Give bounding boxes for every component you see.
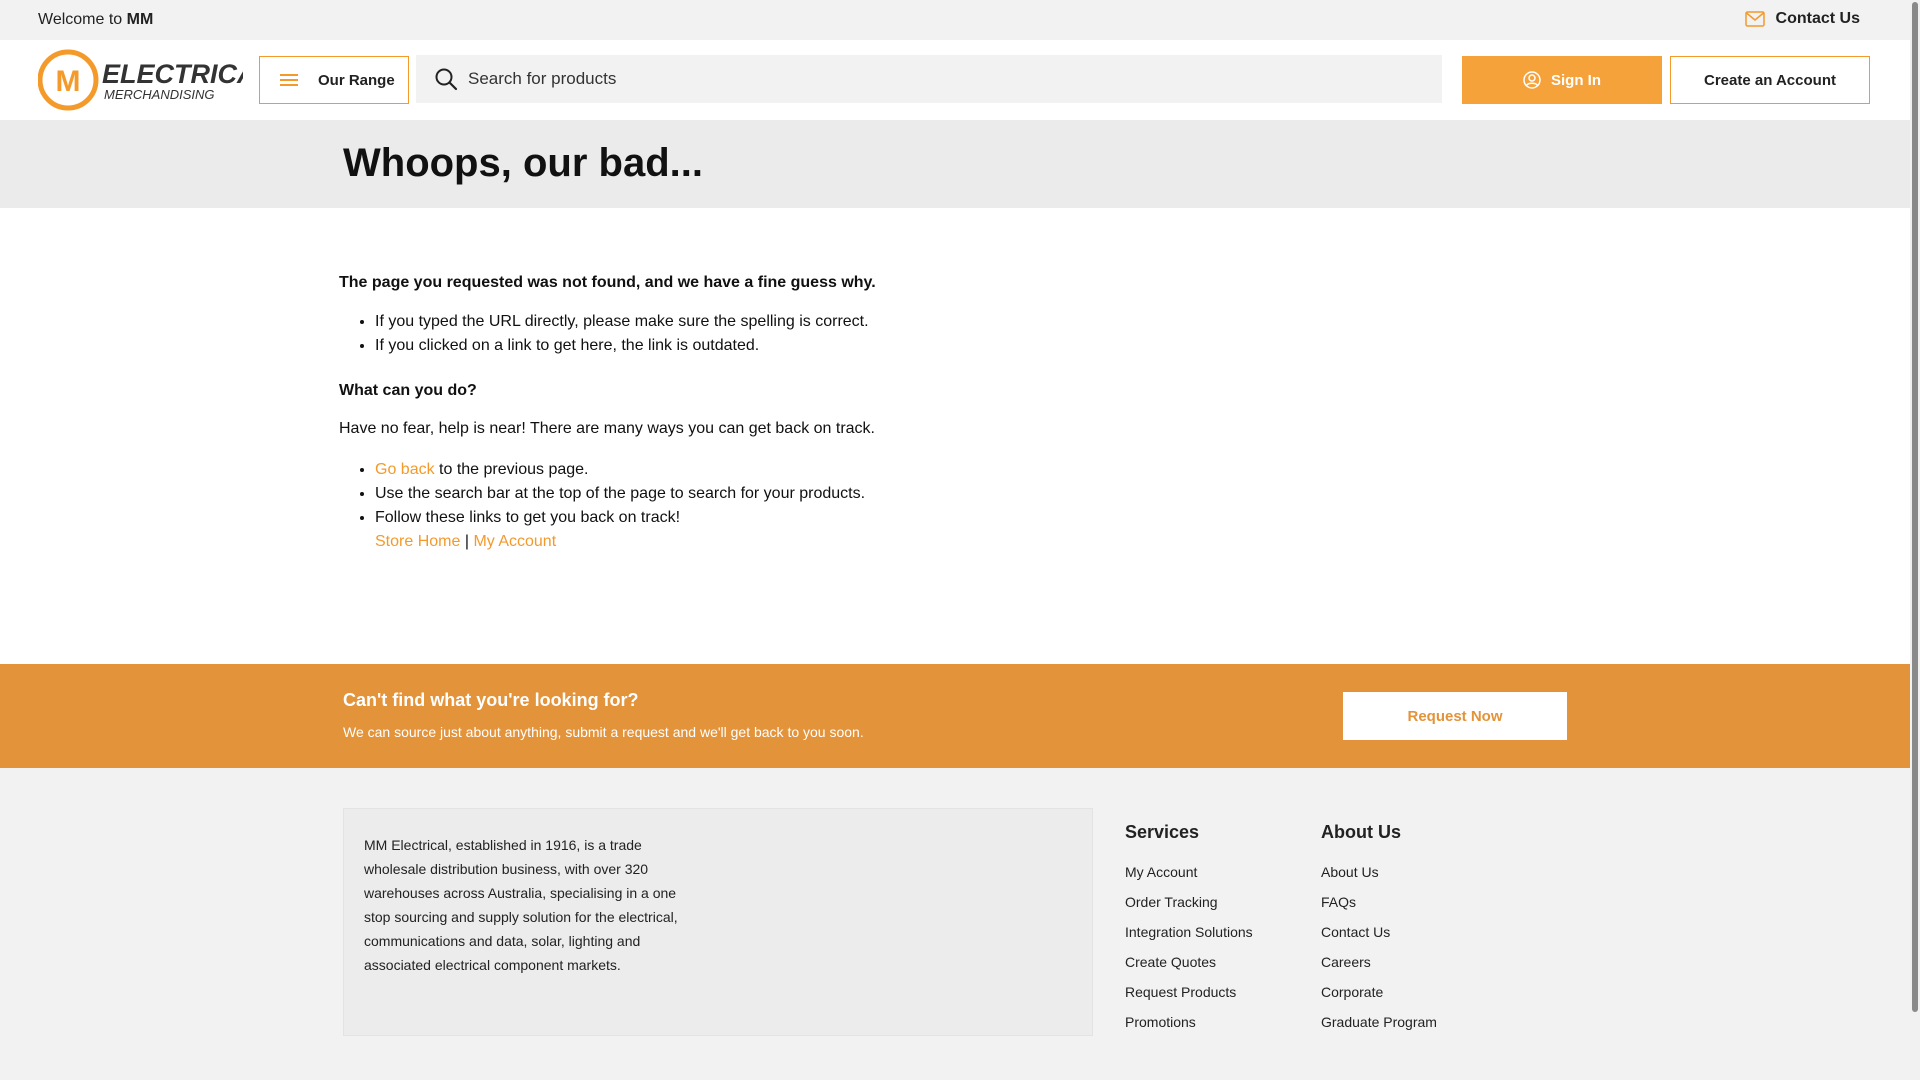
list-item: If you clicked on a link to get here, th… xyxy=(375,334,1039,358)
footer-link-integration-solutions[interactable]: Integration Solutions xyxy=(1125,917,1253,947)
welcome-prefix: Welcome to xyxy=(38,11,123,28)
footer-link-my-account[interactable]: My Account xyxy=(1125,857,1253,887)
what-can-you-do-heading: What can you do? xyxy=(339,382,477,399)
help-paragraph: Have no fear, help is near! There are ma… xyxy=(339,420,875,437)
footer-link-careers[interactable]: Careers xyxy=(1321,947,1437,977)
footer-link-create-quotes[interactable]: Create Quotes xyxy=(1125,947,1253,977)
actions-list: Go back to the previous page. Use the se… xyxy=(375,458,1039,554)
footer-link-corporate[interactable]: Corporate xyxy=(1321,977,1437,1007)
not-found-message: The page you requested was not found, an… xyxy=(339,274,1039,554)
about-us-column: About Us About Us FAQs Contact Us Career… xyxy=(1321,822,1437,1037)
create-account-button[interactable]: Create an Account xyxy=(1670,56,1870,104)
follow-links-text: Follow these links to get you back on tr… xyxy=(375,509,681,526)
welcome-name: MM xyxy=(126,11,154,28)
scrollbar-thumb[interactable] xyxy=(1912,2,1918,1012)
page-title: Whoops, our bad... xyxy=(343,141,703,185)
cta-title: Can't find what you're looking for? xyxy=(343,690,639,710)
footer-link-graduate-program[interactable]: Graduate Program xyxy=(1321,1007,1437,1037)
page: Welcome to MM Contact Us M ELECTRICAL ME… xyxy=(0,0,1910,1080)
link-separator: | xyxy=(464,533,469,550)
contact-us-label: Contact Us xyxy=(1775,10,1860,27)
not-found-lead: The page you requested was not found, an… xyxy=(339,274,876,291)
store-home-link[interactable]: Store Home xyxy=(375,533,460,550)
our-range-label: Our Range xyxy=(318,71,395,89)
page-title-band: Whoops, our bad... xyxy=(0,120,1910,208)
page-scrollbar[interactable] xyxy=(1910,0,1920,1080)
sign-in-label: Sign In xyxy=(1551,71,1601,89)
services-column: Services My Account Order Tracking Integ… xyxy=(1125,822,1253,1037)
envelope-icon xyxy=(1744,11,1765,27)
main-content: The page you requested was not found, an… xyxy=(0,208,1910,664)
about-us-heading: About Us xyxy=(1321,822,1401,842)
request-now-label: Request Now xyxy=(1407,707,1503,725)
go-back-link[interactable]: Go back xyxy=(375,461,435,478)
search-bar xyxy=(416,55,1442,103)
our-range-button[interactable]: Our Range xyxy=(259,56,409,104)
reasons-list: If you typed the URL directly, please ma… xyxy=(375,310,1039,358)
footer-link-about-us[interactable]: About Us xyxy=(1321,857,1437,887)
create-account-label: Create an Account xyxy=(1704,71,1836,89)
logo-text-sub: MERCHANDISING xyxy=(104,87,215,102)
list-item: Use the search bar at the top of the pag… xyxy=(375,482,1039,506)
logo-text-main: ELECTRICAL xyxy=(102,59,243,89)
svg-text:M: M xyxy=(56,65,81,98)
services-heading: Services xyxy=(1125,822,1200,842)
list-item: Follow these links to get you back on tr… xyxy=(375,506,1039,554)
footer-link-order-tracking[interactable]: Order Tracking xyxy=(1125,887,1253,917)
request-product-band: Can't find what you're looking for? We c… xyxy=(0,664,1910,768)
footer-link-faqs[interactable]: FAQs xyxy=(1321,887,1437,917)
cta-subtitle: We can source just about anything, submi… xyxy=(343,724,864,740)
menu-icon xyxy=(280,74,298,86)
footer-link-promotions[interactable]: Promotions xyxy=(1125,1007,1253,1037)
sign-in-button[interactable]: Sign In xyxy=(1462,56,1662,104)
user-circle-icon xyxy=(1523,71,1541,89)
footer: MM Electrical, established in 1916, is a… xyxy=(0,768,1910,1080)
request-now-button[interactable]: Request Now xyxy=(1343,692,1567,740)
company-about-card: MM Electrical, established in 1916, is a… xyxy=(343,808,1093,1036)
contact-us-link[interactable]: Contact Us xyxy=(1744,10,1860,28)
footer-link-request-products[interactable]: Request Products xyxy=(1125,977,1253,1007)
helpful-links: Store Home | My Account xyxy=(375,530,1039,554)
list-item: If you typed the URL directly, please ma… xyxy=(375,310,1039,334)
company-description: MM Electrical, established in 1916, is a… xyxy=(364,837,678,973)
search-icon xyxy=(435,68,458,91)
welcome-message: Welcome to MM xyxy=(38,11,153,29)
footer-link-contact-us[interactable]: Contact Us xyxy=(1321,917,1437,947)
search-input[interactable] xyxy=(468,69,1418,89)
my-account-link[interactable]: My Account xyxy=(473,533,556,550)
list-item: Go back to the previous page. xyxy=(375,458,1039,482)
header: M ELECTRICAL MERCHANDISING Our Range xyxy=(0,40,1910,120)
go-back-text: to the previous page. xyxy=(439,461,589,478)
mm-electrical-logo[interactable]: M ELECTRICAL MERCHANDISING xyxy=(37,49,273,111)
top-bar: Welcome to MM Contact Us xyxy=(0,0,1910,40)
